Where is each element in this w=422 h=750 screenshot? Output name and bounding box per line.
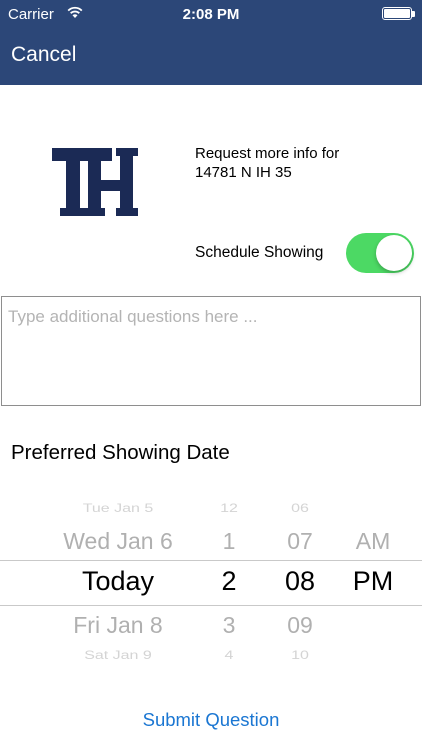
- questions-textarea[interactable]: [1, 296, 421, 406]
- picker-hour-option[interactable]: 12: [200, 503, 258, 516]
- schedule-showing-toggle[interactable]: [346, 233, 414, 273]
- battery-nub: [412, 11, 415, 17]
- picker-selection-bottom-line: [0, 605, 422, 606]
- picker-date-option[interactable]: Tue Jan 5: [20, 503, 216, 516]
- picker-selection-top-line: [0, 560, 422, 561]
- picker-hour-option[interactable]: 3: [200, 612, 258, 639]
- cancel-button[interactable]: Cancel: [11, 43, 76, 67]
- preferred-date-title: Preferred Showing Date: [11, 441, 230, 464]
- status-bar: Carrier 2:08 PM: [0, 0, 422, 28]
- picker-date-option[interactable]: Wed Jan 6: [20, 528, 216, 555]
- picker-minute-option[interactable]: 09: [268, 612, 332, 639]
- picker-date-option[interactable]: Fri Jan 8: [20, 612, 216, 639]
- picker-hour-option[interactable]: 4: [200, 650, 258, 663]
- picker-pm-selected[interactable]: PM: [340, 566, 406, 597]
- picker-hour-selected[interactable]: 2: [200, 566, 258, 597]
- request-info-line1: Request more info for: [195, 145, 340, 162]
- picker-minute-option[interactable]: 06: [268, 503, 332, 516]
- picker-minute-option[interactable]: 07: [268, 528, 332, 555]
- date-time-picker[interactable]: Tue Jan 5 Wed Jan 6 Today Fri Jan 8 Sat …: [0, 490, 422, 668]
- picker-date-selected[interactable]: Today: [20, 566, 216, 597]
- status-time: 2:08 PM: [182, 6, 240, 23]
- property-address: 14781 N IH 35: [195, 164, 292, 181]
- picker-hour-option[interactable]: 1: [200, 528, 258, 555]
- company-logo: [52, 148, 138, 216]
- picker-am-option[interactable]: AM: [340, 528, 406, 555]
- picker-minute-option[interactable]: 10: [268, 650, 332, 663]
- picker-minute-selected[interactable]: 08: [268, 566, 332, 597]
- picker-date-option[interactable]: Sat Jan 9: [20, 650, 216, 663]
- toggle-knob: [376, 235, 412, 271]
- battery-icon: [382, 7, 412, 20]
- schedule-showing-label: Schedule Showing: [195, 244, 324, 261]
- submit-question-button[interactable]: Submit Question: [0, 709, 422, 731]
- navigation-bar: Carrier 2:08 PM Cancel: [0, 0, 422, 85]
